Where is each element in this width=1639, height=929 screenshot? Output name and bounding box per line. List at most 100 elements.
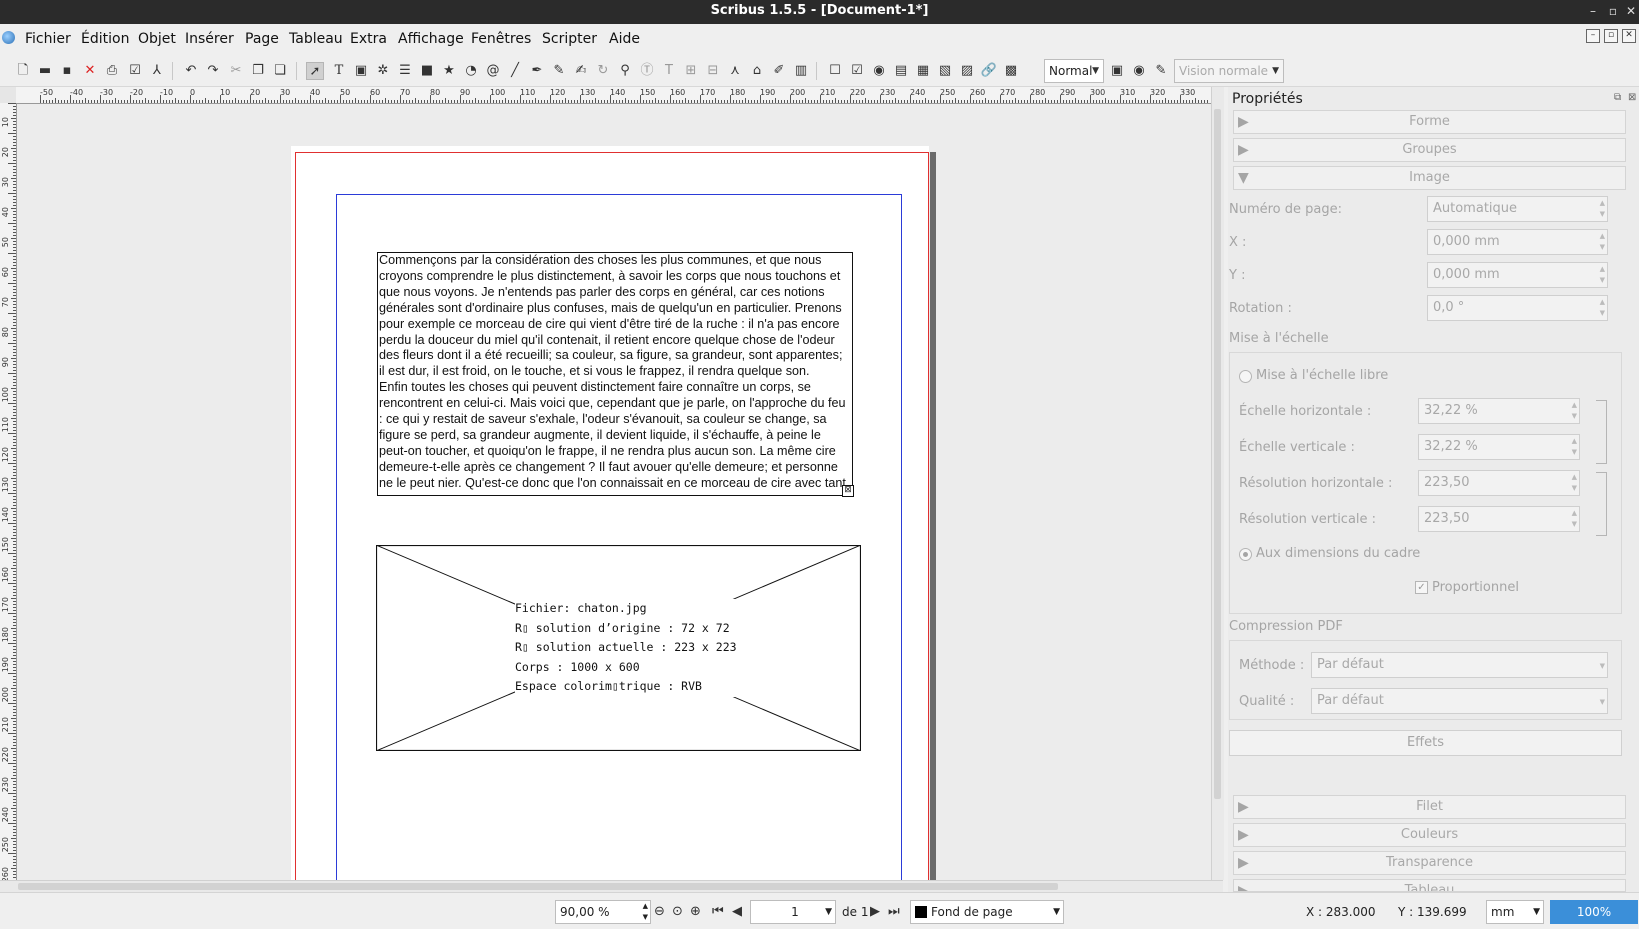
scroll-thumb[interactable]	[18, 883, 1058, 890]
spin-icon[interactable]: ▲ ▼	[1572, 436, 1577, 458]
effects-button[interactable]: Effets	[1229, 730, 1622, 756]
rotation-field[interactable]: 0,0 ° ▲ ▼	[1427, 295, 1608, 321]
spin-icon[interactable]: ▲ ▼	[1600, 198, 1605, 220]
paste-icon[interactable]: ❏	[271, 62, 289, 80]
spin-icon[interactable]: ▲ ▼	[1600, 264, 1605, 286]
menu-page[interactable]: Page	[245, 31, 279, 47]
undo-icon[interactable]: ↶	[182, 62, 200, 80]
first-page-icon[interactable]: ⏮	[712, 904, 724, 919]
menu-affichage[interactable]: Affichage	[398, 31, 464, 47]
pdf-radio-icon[interactable]: ◉	[870, 62, 888, 80]
mdi-close-icon[interactable]: ✕	[1622, 29, 1636, 43]
mdi-minimize-icon[interactable]: –	[1586, 29, 1600, 43]
menu-inserer[interactable]: Insérer	[185, 31, 234, 47]
select-icon[interactable]: ➚	[306, 62, 324, 80]
cut-icon[interactable]: ✂	[227, 62, 245, 80]
redo-icon[interactable]: ↷	[204, 62, 222, 80]
quality-select[interactable]: Par défaut ▼	[1311, 688, 1608, 714]
menu-extra[interactable]: Extra	[350, 31, 387, 47]
eyedropper-icon[interactable]: ✐	[770, 62, 788, 80]
zoom-out-icon[interactable]: ⊖	[654, 904, 665, 919]
text-overflow-icon[interactable]: ⊠	[842, 485, 854, 497]
section-tableau[interactable]: ▶ Tableau	[1233, 879, 1626, 892]
edit-text-icon[interactable]: Ⓣ	[638, 62, 656, 80]
image-frame-icon[interactable]: ▣	[352, 62, 370, 80]
bezier-icon[interactable]: ✒	[528, 62, 546, 80]
pdf-annotation-icon[interactable]: ▨	[958, 62, 976, 80]
v-scale-field[interactable]: 32,22 % ▲ ▼	[1418, 434, 1580, 460]
chain-link-scale-icon[interactable]	[1596, 400, 1607, 464]
pdf-push-button-icon[interactable]: ☐	[826, 62, 844, 80]
table-icon[interactable]: ☰	[396, 62, 414, 80]
chain-link-resolution-icon[interactable]	[1596, 472, 1607, 536]
spin-icon[interactable]: ▲ ▼	[1600, 231, 1605, 253]
rotate-icon[interactable]: ↻	[594, 62, 612, 80]
section-transparence[interactable]: ▶ Transparence	[1233, 851, 1626, 875]
section-forme[interactable]: ▶ Forme	[1233, 110, 1626, 134]
menu-fenetres[interactable]: Fenêtres	[471, 31, 531, 47]
zoom-icon[interactable]: ⚲	[616, 62, 634, 80]
maximize-icon[interactable]: ▫	[1604, 2, 1622, 20]
page-number-select[interactable]: 1 ▼	[750, 900, 836, 924]
float-panel-icon[interactable]: ⧉	[1614, 92, 1621, 103]
menu-scripter[interactable]: Scripter	[542, 31, 597, 47]
horizontal-ruler[interactable]: -50 -40 -30 -20 -10 0 10 20 30 40 50 60 70 80 90 100 110…	[16, 87, 1211, 104]
y-field[interactable]: 0,000 mm ▲ ▼	[1427, 262, 1608, 288]
menu-fichier[interactable]: Fichier	[25, 31, 71, 47]
x-field[interactable]: 0,000 mm ▲ ▼	[1427, 229, 1608, 255]
v-res-field[interactable]: 223,50 ▲ ▼	[1418, 506, 1580, 532]
calligraphic-icon[interactable]: ✍	[572, 62, 590, 80]
proportional-checkbox[interactable]: ✓	[1415, 581, 1428, 594]
save-icon[interactable]: ▪	[58, 62, 76, 80]
vertical-scrollbar[interactable]	[1211, 87, 1224, 880]
section-groupes[interactable]: ▶ Groupes	[1233, 138, 1626, 162]
zoom-in-icon[interactable]: ⊕	[690, 904, 701, 919]
polygon-icon[interactable]: ★	[440, 62, 458, 80]
spin-icon[interactable]: ▲ ▼	[643, 901, 648, 923]
copy-icon[interactable]: ❐	[249, 62, 267, 80]
shape-icon[interactable]: ■	[418, 62, 436, 80]
zoom-100-button[interactable]: 100%	[1550, 900, 1638, 924]
open-icon[interactable]: ▬	[36, 62, 54, 80]
edit-mode-icon[interactable]: ✎	[1152, 62, 1170, 80]
preview-mode-select[interactable]: Normal ▼	[1044, 59, 1104, 83]
page-number-field[interactable]: Automatique ▲ ▼	[1427, 196, 1608, 222]
menu-aide[interactable]: Aide	[609, 31, 640, 47]
color-preview-icon[interactable]: ▣	[1108, 62, 1126, 80]
new-icon[interactable]: 🗋	[14, 62, 32, 80]
previous-page-icon[interactable]: ◀	[732, 904, 742, 919]
document-canvas[interactable]: Commençons par la considération des chos…	[17, 104, 1211, 880]
pdf-textfield-icon[interactable]: ▤	[892, 62, 910, 80]
pdf-field-icon[interactable]: ▩	[1002, 62, 1020, 80]
pdf-combo-icon[interactable]: ▦	[914, 62, 932, 80]
section-image[interactable]: ▼ Image	[1233, 166, 1626, 190]
section-couleurs[interactable]: ▶ Couleurs	[1233, 823, 1626, 847]
mdi-restore-icon[interactable]: ▫	[1604, 29, 1618, 43]
menu-edition[interactable]: Édition	[81, 31, 129, 47]
pdf-link-icon[interactable]: 🔗	[980, 62, 998, 80]
vision-mode-select[interactable]: Vision normale ▼	[1174, 59, 1284, 83]
render-frame-icon[interactable]: ✲	[374, 62, 392, 80]
menu-tableau[interactable]: Tableau	[289, 31, 343, 47]
to-frame-radio[interactable]	[1239, 548, 1252, 561]
pdf-checkbox-icon[interactable]: ☑	[848, 62, 866, 80]
zoom-reset-icon[interactable]: ⊙	[672, 904, 683, 919]
zoom-field[interactable]: 90,00 % ▲ ▼	[555, 900, 651, 924]
pdf-icon[interactable]: ⅄	[148, 62, 166, 80]
free-scaling-radio[interactable]	[1239, 370, 1252, 383]
h-res-field[interactable]: 223,50 ▲ ▼	[1418, 470, 1580, 496]
unit-select[interactable]: mm ▼	[1486, 900, 1544, 924]
table-edit-icon[interactable]: ▥	[792, 62, 810, 80]
line-icon[interactable]: ╱	[506, 62, 524, 80]
close-panel-icon[interactable]: ⊠	[1628, 92, 1636, 103]
measure-icon[interactable]: ⋏	[726, 62, 744, 80]
spin-icon[interactable]: ▲ ▼	[1600, 297, 1605, 319]
spin-icon[interactable]: ▲ ▼	[1572, 472, 1577, 494]
method-select[interactable]: Par défaut ▼	[1311, 652, 1608, 678]
close-doc-icon[interactable]: ✕	[81, 62, 99, 80]
spiral-icon[interactable]: @	[484, 62, 502, 80]
h-scale-field[interactable]: 32,22 % ▲ ▼	[1418, 398, 1580, 424]
menu-objet[interactable]: Objet	[138, 31, 176, 47]
print-icon[interactable]: ⎙	[103, 62, 121, 80]
text-frame-icon[interactable]: T	[330, 62, 348, 80]
